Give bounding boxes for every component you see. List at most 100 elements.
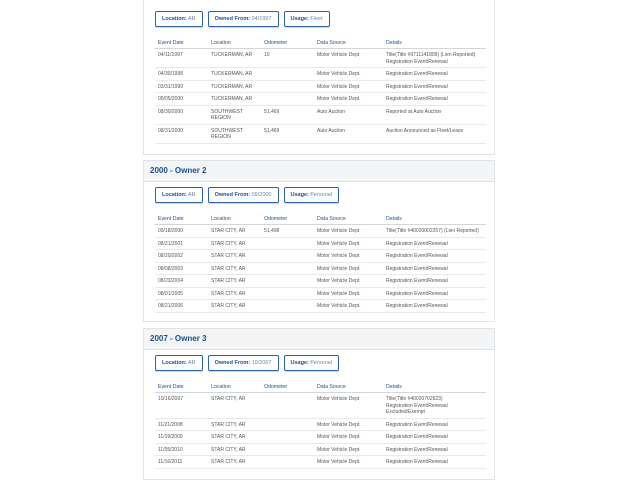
cell-source: Motor Vehicle Dept. (314, 67, 383, 81)
column-header[interactable]: Data Source (314, 36, 383, 49)
cell-details: Registration Event/Renewal (383, 80, 486, 93)
owner-header-2[interactable]: 2000 - Owner 2 (143, 160, 495, 182)
cell-date: 11/05/2010 (155, 443, 208, 456)
history-table: Event Date Location Odometer Data Source Det… (155, 380, 486, 469)
cell-odometer (261, 262, 314, 275)
cell-date: 10/16/2007 (155, 392, 208, 419)
cell-source: Motor Vehicle Dept. (314, 92, 383, 106)
column-header[interactable]: Event Date (155, 36, 208, 49)
column-header[interactable]: Event Date (155, 212, 208, 225)
cell-details: Registration Event/Renewal (383, 237, 486, 250)
cell-odometer (261, 237, 314, 250)
owned-from-badge[interactable]: Owned From: 09/2000 (207, 187, 279, 203)
usage-badge[interactable]: Usage: Personal (283, 355, 340, 371)
cell-date: 08/30/2000 (155, 105, 208, 125)
usage-badge[interactable]: Usage: Fleet (283, 11, 330, 27)
cell-location: STAR CITY, AR (208, 274, 261, 288)
owner-panel-1: Location: AR Owned From: 04/1997 Usage: … (143, 0, 495, 155)
column-header[interactable]: Odometer (261, 212, 314, 225)
cell-details: Title(Title #40020702623) Registration E… (383, 392, 486, 419)
cell-location: STAR CITY, AR (208, 455, 261, 469)
owner-title: 2000 - Owner 2 (150, 166, 207, 175)
cell-location: STAR CITY, AR (208, 443, 261, 456)
cell-source: Motor Vehicle Dept. (314, 430, 383, 444)
column-header[interactable]: Details (383, 36, 486, 49)
cell-details: Registration Event/Renewal (383, 455, 486, 469)
column-header[interactable]: Event Date (155, 380, 208, 393)
table-row: 08/20/2002 STAR CITY, AR Motor Vehicle Dep… (155, 249, 486, 263)
cell-odometer: 51,498 (261, 224, 314, 238)
cell-date: 11/16/2011 (155, 455, 208, 469)
cell-location: TUCKERMAN, AR (208, 92, 261, 106)
cell-location: TUCKERMAN, AR (208, 67, 261, 81)
column-header[interactable]: Details (383, 212, 486, 225)
cell-source: Motor Vehicle Dept. (314, 80, 383, 93)
cell-source: Auto Auction (314, 124, 383, 144)
cell-date: 08/31/2000 (155, 124, 208, 144)
cell-details: Registration Event/Renewal (383, 287, 486, 300)
cell-location: STAR CITY, AR (208, 262, 261, 275)
owned-from-badge[interactable]: Owned From: 04/1997 (207, 11, 279, 27)
column-header[interactable]: Data Source (314, 212, 383, 225)
owned-from-badge[interactable]: Owned From: 10/2007 (207, 355, 279, 371)
cell-odometer (261, 455, 314, 469)
table-header-row: Event Date Location Odometer Data Source Det… (155, 380, 486, 393)
column-header[interactable]: Odometer (261, 380, 314, 393)
cell-odometer: 51,469 (261, 105, 314, 125)
cell-date: 08/21/2001 (155, 237, 208, 250)
history-table: Event Date Location Odometer Data Source Det… (155, 36, 486, 144)
table-row: 08/21/2001 STAR CITY, AR Motor Vehicle Dep… (155, 237, 486, 250)
cell-date: 08/21/2006 (155, 299, 208, 313)
cell-location: STAR CITY, AR (208, 249, 261, 263)
table-row: 09/18/2000 STAR CITY, AR 51,498 Motor Vehic… (155, 224, 486, 238)
table-row: 11/19/2009 STAR CITY, AR Motor Vehicle Dep… (155, 430, 486, 444)
table-row: 08/23/2004 STAR CITY, AR Motor Vehicle Dep… (155, 274, 486, 288)
table-row: 04/30/1998 TUCKERMAN, AR Motor Vehicle Dep… (155, 67, 486, 81)
cell-details: Registration Event/Renewal (383, 443, 486, 456)
cell-location: STAR CITY, AR (208, 237, 261, 250)
cell-date: 08/01/2005 (155, 287, 208, 300)
column-header[interactable]: Odometer (261, 36, 314, 49)
table-row: 08/08/2003 STAR CITY, AR Motor Vehicle Dep… (155, 262, 486, 275)
column-header[interactable]: Location (208, 212, 261, 225)
column-header[interactable]: Details (383, 380, 486, 393)
location-badge[interactable]: Location: AR (155, 355, 203, 371)
table-row: 11/05/2010 STAR CITY, AR Motor Vehicle Dep… (155, 443, 486, 456)
cell-location: STAR CITY, AR (208, 392, 261, 419)
cell-details: Title(Title #9711141899) (Lien Reported)… (383, 48, 486, 68)
cell-details: Auction Announced as Fleet/Lease (383, 124, 486, 144)
cell-details: Registration Event/Renewal (383, 299, 486, 313)
owner-title: 2007 - Owner 3 (150, 334, 207, 343)
usage-badge[interactable]: Usage: Personal (283, 187, 340, 203)
cell-details: Registration Event/Renewal (383, 249, 486, 263)
cell-source: Motor Vehicle Dept. (314, 48, 383, 68)
cell-location: STAR CITY, AR (208, 418, 261, 431)
cell-location: SOUTHWEST REGION (208, 105, 261, 125)
history-table: Event Date Location Odometer Data Source Det… (155, 212, 486, 313)
cell-date: 04/30/1998 (155, 67, 208, 81)
cell-date: 04/11/1997 (155, 48, 208, 68)
cell-details: Registration Event/Renewal (383, 430, 486, 444)
cell-odometer: 51,469 (261, 124, 314, 144)
table-row: 05/05/2000 TUCKERMAN, AR Motor Vehicle Dep… (155, 92, 486, 106)
column-header[interactable]: Data Source (314, 380, 383, 393)
cell-source: Motor Vehicle Dept. (314, 443, 383, 456)
cell-date: 09/18/2000 (155, 224, 208, 238)
table-row: 08/31/2000 SOUTHWEST REGION 51,469 Auto Auc… (155, 124, 486, 144)
cell-source: Motor Vehicle Dept. (314, 392, 383, 419)
cell-details: Reported at Auto Auction (383, 105, 486, 125)
column-header[interactable]: Location (208, 36, 261, 49)
table-row: 11/21/2008 STAR CITY, AR Motor Vehicle Dep… (155, 418, 486, 431)
cell-source: Motor Vehicle Dept. (314, 274, 383, 288)
cell-location: TUCKERMAN, AR (208, 80, 261, 93)
cell-source: Motor Vehicle Dept. (314, 224, 383, 238)
cell-odometer (261, 274, 314, 288)
location-badge[interactable]: Location: AR (155, 187, 203, 203)
cell-source: Motor Vehicle Dept. (314, 237, 383, 250)
owner-panel-3: Location: AR Owned From: 10/2007 Usage: … (143, 350, 495, 480)
column-header[interactable]: Location (208, 380, 261, 393)
location-badge[interactable]: Location: AR (155, 11, 203, 27)
cell-odometer (261, 287, 314, 300)
owner-header-3[interactable]: 2007 - Owner 3 (143, 328, 495, 350)
cell-location: SOUTHWEST REGION (208, 124, 261, 144)
